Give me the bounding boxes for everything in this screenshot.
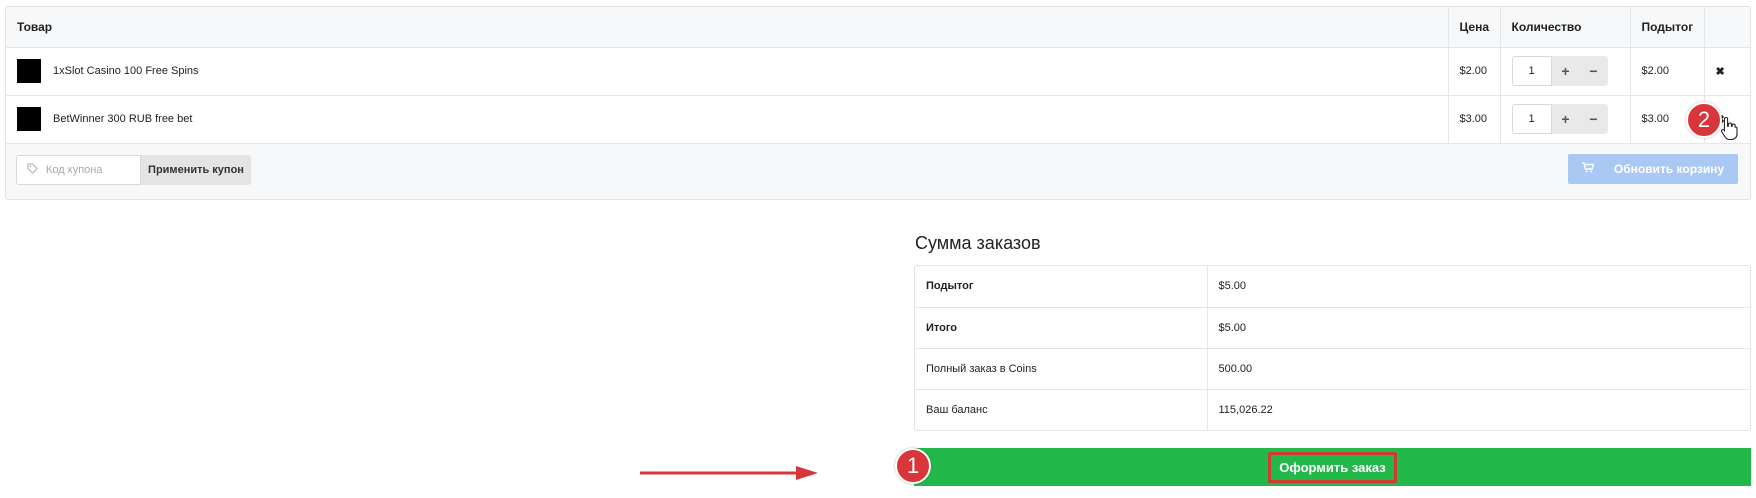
totals-value: $5.00 [1207,307,1750,349]
quantity-input[interactable]: 1 [1511,56,1552,86]
quantity-plus-button[interactable]: + [1551,104,1580,134]
totals-label: Ваш баланс [915,389,1208,430]
table-row: Итого $5.00 [915,307,1750,349]
quantity-minus-button[interactable]: − [1579,104,1608,134]
product-thumbnail[interactable] [17,59,41,83]
cart-icon [1581,162,1595,176]
quantity-cell: 1 + − [1500,47,1631,96]
cart-table: Товар Цена Количество Подытог 1xSlot Cas… [5,6,1751,200]
cart-header-row: Товар Цена Количество Подытог [6,7,1750,48]
price-cell: $2.00 [1448,47,1501,96]
close-icon[interactable]: ✖ [1716,65,1725,78]
annotation-badge-1: 1 [895,448,931,484]
quantity-stepper: 1 + − [1511,104,1619,134]
coupon-placeholder: Код купона [46,164,103,176]
product-name-link[interactable]: 1xSlot Casino 100 Free Spins [53,65,199,77]
update-cart-button[interactable]: Обновить корзину [1568,154,1738,184]
table-row: BetWinner 300 RUB free bet $3.00 1 + − $… [6,95,1750,144]
checkout-label: Оформить заказ [1268,451,1397,483]
totals-label: Итого [915,307,1208,349]
coupon-form: Код купона Применить купон [16,155,251,185]
header-remove [1704,7,1750,48]
totals-title: Сумма заказов [915,233,1041,253]
quantity-input[interactable]: 1 [1511,104,1552,134]
product-cell: 1xSlot Casino 100 Free Spins [6,47,1449,96]
price-cell: $3.00 [1448,95,1501,144]
totals-label: Подытог [915,266,1208,308]
table-row: Ваш баланс 115,026.22 [915,389,1750,430]
quantity-plus-button[interactable]: + [1551,56,1580,86]
quantity-cell: 1 + − [1500,95,1631,144]
quantity-stepper: 1 + − [1511,56,1619,86]
totals-value: 115,026.22 [1218,403,1273,416]
totals-value: $5.00 [1207,266,1750,308]
cart-actions: Код купона Применить купон Обновить корз… [6,144,1750,199]
annotation-badge-2: 2 [1686,102,1722,138]
product-thumbnail[interactable] [17,107,41,131]
table-row: Полный заказ в Coins 500.00 [915,348,1750,390]
subtotal-cell: $2.00 [1630,47,1705,96]
tag-icon [27,163,38,177]
header-quantity: Количество [1500,7,1631,48]
header-subtotal: Подытог [1630,7,1705,48]
product-cell: BetWinner 300 RUB free bet [6,95,1449,144]
product-name-link[interactable]: BetWinner 300 RUB free bet [53,113,192,125]
coupon-input[interactable]: Код купона [16,155,141,185]
header-product: Товар [6,7,1449,48]
totals-value: 500.00 [1207,348,1750,390]
totals-label: Полный заказ в Coins [915,348,1208,390]
remove-cell: ✖ [1704,47,1750,96]
arrow-right-icon [640,466,818,480]
header-price: Цена [1448,7,1501,48]
table-row: 1xSlot Casino 100 Free Spins $2.00 1 + −… [6,47,1750,96]
table-row: Подытог $5.00 [915,266,1750,308]
checkout-button[interactable]: Оформить заказ [914,448,1751,486]
hand-pointer-icon [1720,116,1738,140]
quantity-minus-button[interactable]: − [1579,56,1608,86]
totals-table: Подытог $5.00 Итого $5.00 Полный заказ в… [914,265,1751,431]
apply-coupon-button[interactable]: Применить купон [141,155,251,185]
update-cart-label: Обновить корзину [1613,162,1725,176]
